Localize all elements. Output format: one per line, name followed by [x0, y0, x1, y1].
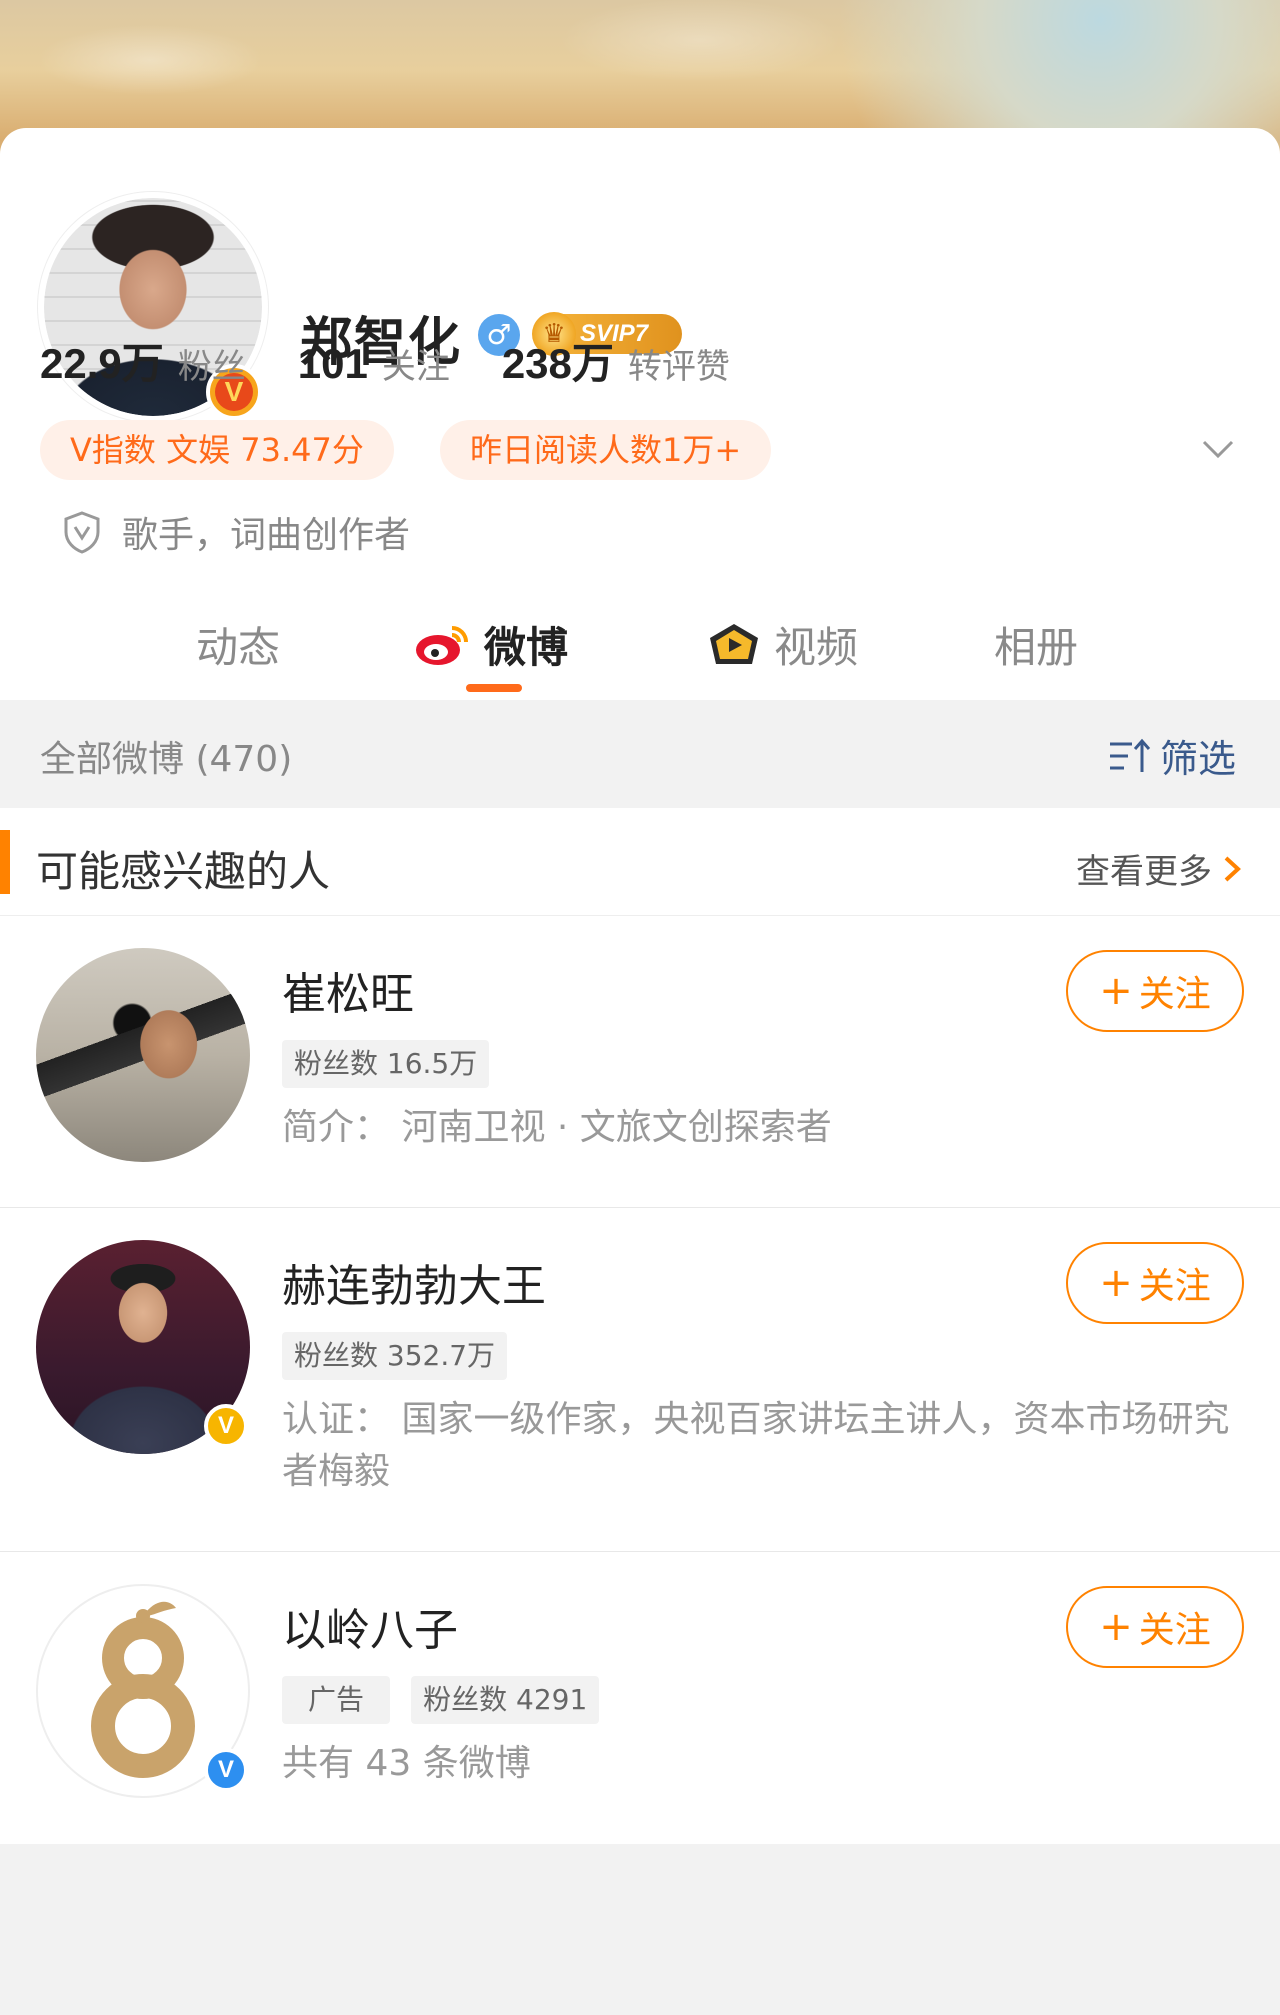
- page-background: [0, 1844, 1280, 2015]
- chevron-right-icon: [1224, 856, 1241, 881]
- stat-fans-label: 粉丝: [177, 347, 246, 387]
- list-item[interactable]: 崔松旺 粉丝数 16.5万 简介： 河南卫视 · 文旅文创探索者 + 关注: [0, 916, 1280, 1208]
- recommend-title: 可能感兴趣的人: [36, 847, 331, 896]
- ad-tag: 广告: [282, 1676, 391, 1724]
- follow-label: 关注: [1138, 974, 1211, 1015]
- stat-interactions-label: 转评赞: [627, 347, 730, 387]
- fans-count-tag: 粉丝数 352.7万: [282, 1332, 508, 1380]
- filter-bar: 全部微博 (470) 筛选: [0, 700, 1280, 808]
- user-description: 认证： 国家一级作家，央视百家讲坛主讲人，资本市场研究者梅毅: [282, 1399, 1230, 1492]
- user-tags: 广告 粉丝数 4291: [282, 1676, 615, 1724]
- user-description: 简介： 河南卫视 · 文旅文创探索者: [282, 1107, 832, 1148]
- tab-weibo[interactable]: 微博: [412, 614, 568, 675]
- stat-fans-num: 22.9万: [40, 340, 164, 387]
- stat-following[interactable]: 101 关注: [298, 339, 450, 388]
- tab-video-label: 视频: [774, 623, 859, 672]
- follow-label: 关注: [1138, 1266, 1211, 1307]
- profile-stats: 22.9万 粉丝 101 关注 238万 转评赞: [40, 330, 782, 391]
- reads-pill[interactable]: 昨日阅读人数1万+: [440, 420, 772, 480]
- chevron-down-icon[interactable]: [1200, 430, 1236, 466]
- plus-icon: +: [1099, 968, 1133, 1014]
- section-accent-bar: [0, 830, 10, 894]
- profile-tabs: 动态 微博 视频 相册: [0, 600, 1280, 700]
- recommend-header: 可能感兴趣的人 查看更多: [0, 808, 1280, 916]
- stat-following-num: 101: [297, 340, 368, 387]
- follow-button[interactable]: + 关注: [1066, 950, 1244, 1032]
- plus-icon: +: [1099, 1260, 1133, 1306]
- stat-interactions[interactable]: 238万 转评赞: [502, 330, 730, 391]
- see-more-link[interactable]: 查看更多: [1076, 844, 1244, 893]
- follow-label: 关注: [1138, 1610, 1211, 1651]
- tab-dynamic-label: 动态: [196, 623, 281, 672]
- filter-label: 筛选: [1159, 737, 1236, 781]
- tab-album[interactable]: 相册: [994, 614, 1078, 675]
- user-avatar[interactable]: [36, 948, 250, 1162]
- stat-interactions-num: 238万: [501, 340, 614, 387]
- stat-following-label: 关注: [381, 347, 450, 387]
- profile-description-row: 歌手，词曲创作者: [62, 506, 410, 558]
- stat-fans[interactable]: 22.9万 粉丝: [40, 330, 246, 391]
- recommend-list: 崔松旺 粉丝数 16.5万 简介： 河南卫视 · 文旅文创探索者 + 关注 V …: [0, 916, 1280, 1844]
- tab-video[interactable]: 视频: [706, 614, 858, 675]
- user-description: 共有 43 条微博: [282, 1743, 531, 1784]
- fans-count-tag: 粉丝数 16.5万: [282, 1040, 490, 1088]
- user-tags: 粉丝数 16.5万: [282, 1040, 505, 1088]
- follow-button[interactable]: + 关注: [1066, 1586, 1244, 1668]
- weibo-logo-icon: [416, 625, 468, 665]
- profile-description: 歌手，词曲创作者: [122, 515, 411, 556]
- follow-button[interactable]: + 关注: [1066, 1242, 1244, 1324]
- tab-weibo-label: 微博: [484, 623, 569, 672]
- weibo-count: 全部微博 (470): [40, 739, 293, 780]
- active-tab-indicator: [466, 684, 522, 692]
- user-name[interactable]: 以岭八子: [282, 1594, 458, 1658]
- plus-icon: +: [1099, 1604, 1133, 1650]
- see-more-label: 查看更多: [1076, 852, 1212, 892]
- v-index-pill[interactable]: V指数 文娱 73.47分: [40, 420, 394, 480]
- filter-button[interactable]: 筛选: [1108, 728, 1236, 783]
- list-item[interactable]: V 赫连勃勃大王 粉丝数 352.7万 认证： 国家一级作家，央视百家讲坛主讲人…: [0, 1208, 1280, 1552]
- verified-blue-icon: V: [204, 1748, 248, 1792]
- shield-icon: [64, 511, 100, 554]
- sort-filter-icon: [1109, 738, 1151, 772]
- fans-count-tag: 粉丝数 4291: [411, 1676, 600, 1724]
- user-tags: 粉丝数 352.7万: [282, 1332, 523, 1380]
- user-name[interactable]: 崔松旺: [282, 958, 414, 1022]
- tab-album-label: 相册: [994, 623, 1079, 672]
- verified-yellow-icon: V: [204, 1404, 248, 1448]
- list-item[interactable]: V 以岭八子 广告 粉丝数 4291 共有 43 条微博 + 关注: [0, 1552, 1280, 1844]
- tab-dynamic[interactable]: 动态: [196, 614, 280, 675]
- video-icon: [710, 623, 758, 664]
- user-name[interactable]: 赫连勃勃大王: [282, 1250, 546, 1314]
